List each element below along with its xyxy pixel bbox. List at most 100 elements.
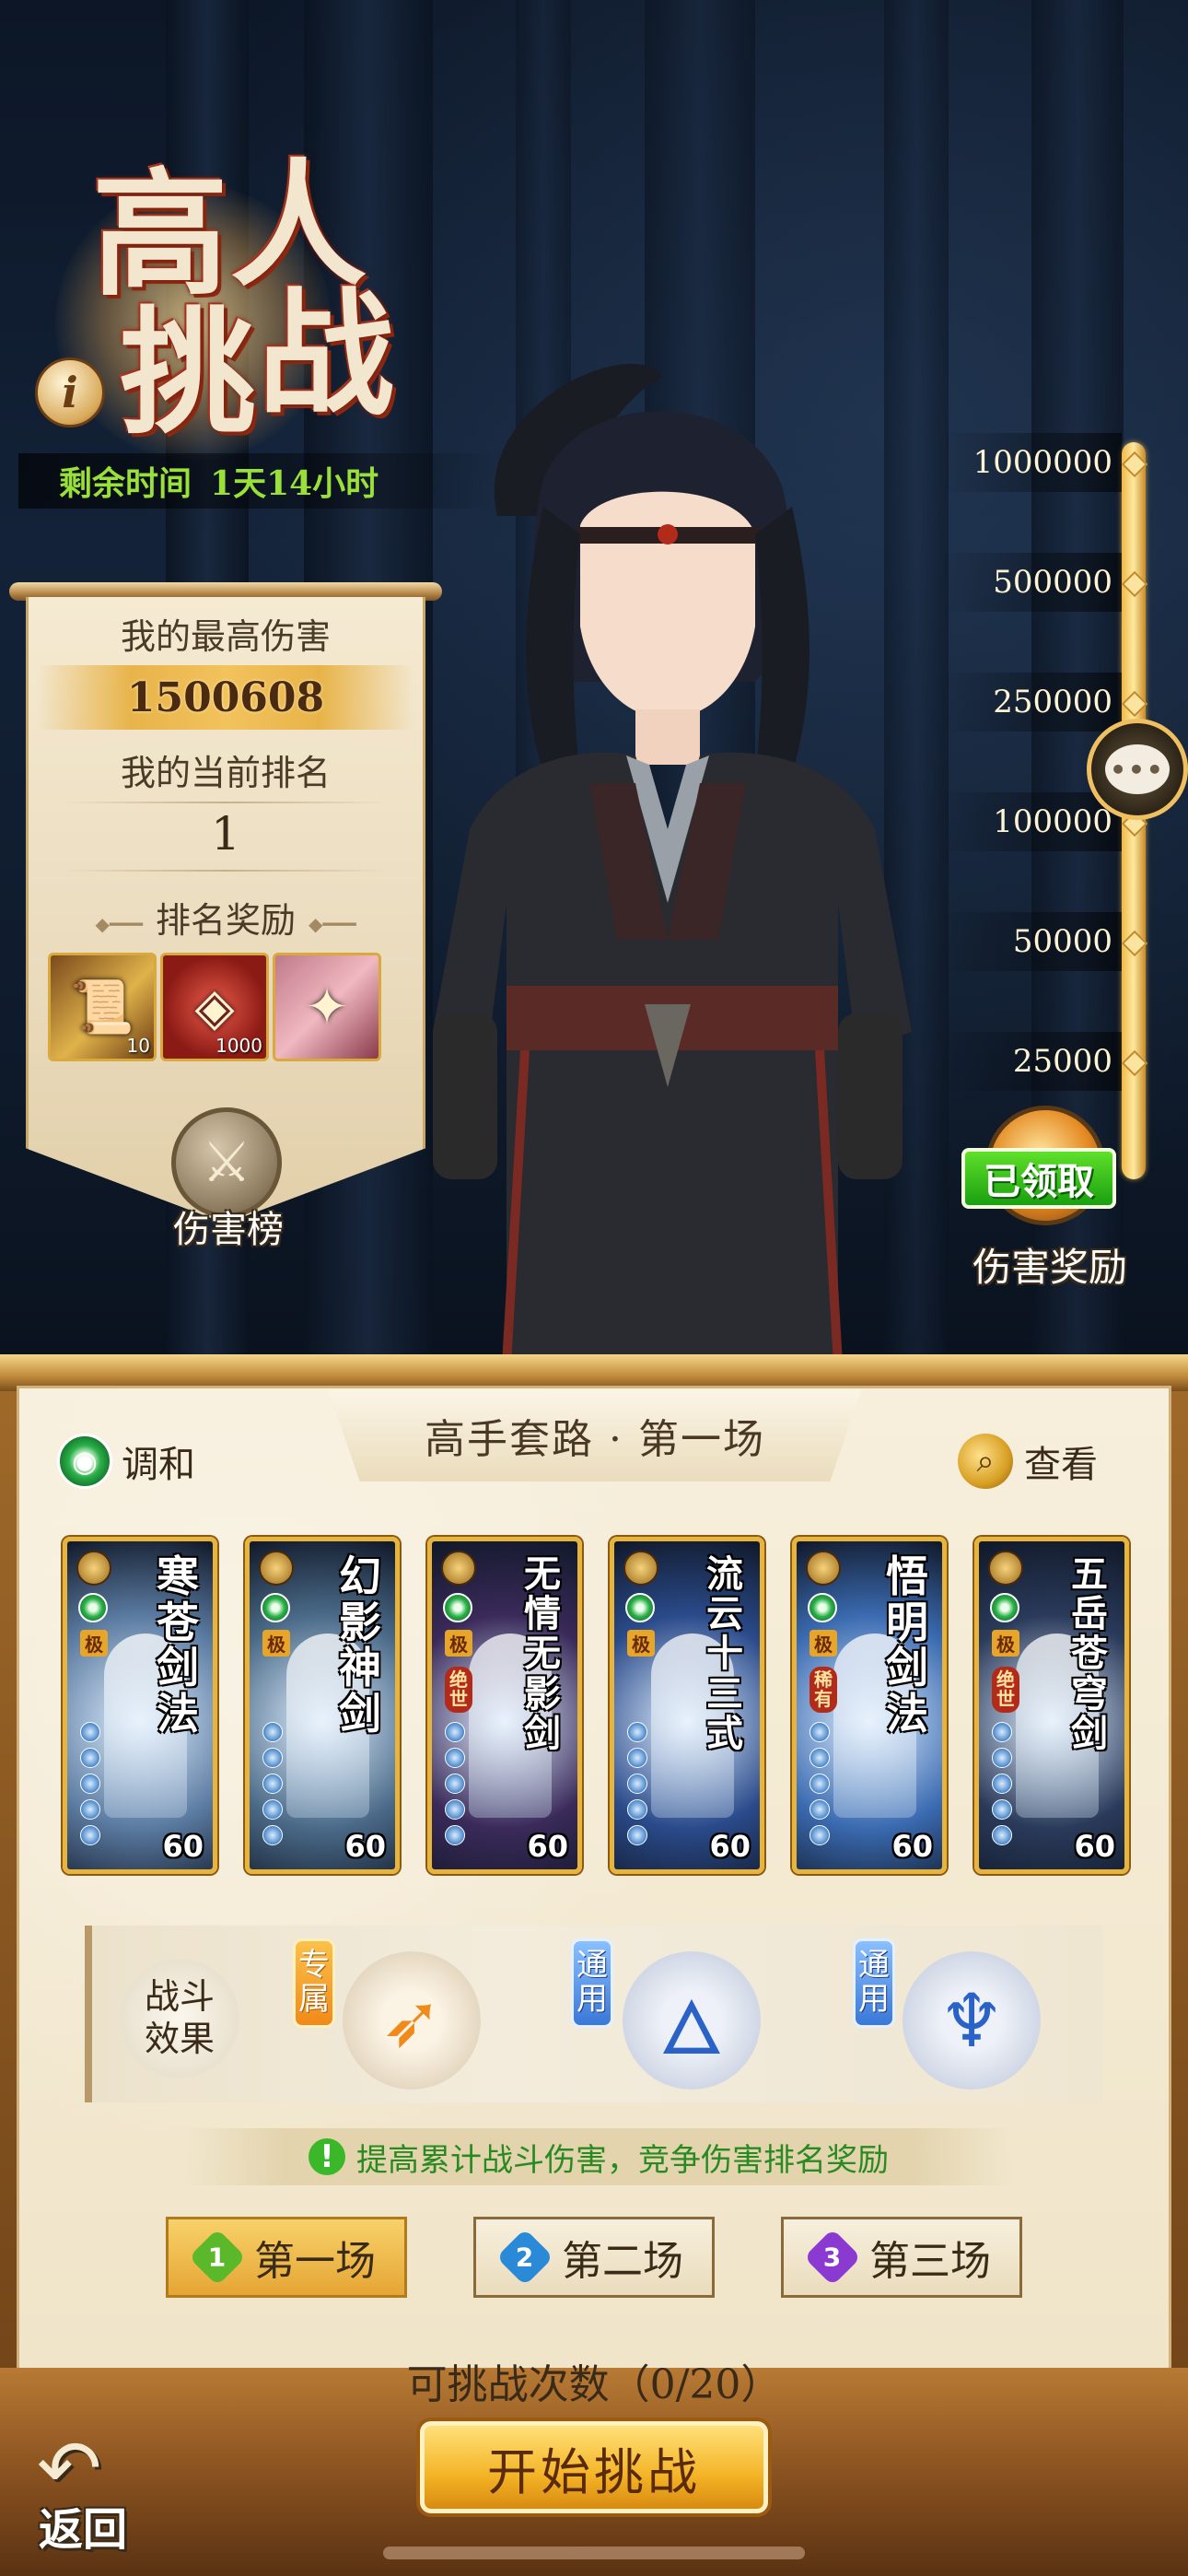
title-char: 人 bbox=[230, 145, 367, 305]
skill-name-char: 剑 bbox=[339, 1689, 381, 1739]
damage-reward-label[interactable]: 伤害奖励 bbox=[949, 1236, 1151, 1293]
star-pips bbox=[809, 1722, 832, 1851]
stage-tab-2[interactable]: 2 第二场 bbox=[473, 2217, 715, 2298]
skill-card[interactable]: 极 寒苍剑法 60 bbox=[63, 1537, 217, 1874]
skill-name: 悟明剑法 bbox=[879, 1551, 935, 1739]
pip-icon bbox=[627, 1799, 647, 1820]
ladder-tier: 25000 bbox=[938, 1032, 1122, 1091]
reward-item-title[interactable]: ✦ bbox=[273, 953, 381, 1061]
pip-icon bbox=[992, 1748, 1012, 1768]
pip-icon bbox=[80, 1799, 100, 1820]
skill-name-char: 剑 bbox=[1071, 1711, 1108, 1755]
skill-card[interactable]: 极绝世五岳苍穹剑 60 bbox=[974, 1537, 1129, 1874]
skill-name-char: 剑 bbox=[886, 1643, 928, 1693]
flame-icon[interactable]: 🜂 bbox=[623, 1951, 761, 2090]
divider bbox=[63, 870, 389, 872]
rarity-tag: 稀有 bbox=[809, 1667, 837, 1713]
pip-icon bbox=[80, 1825, 100, 1845]
stage-number-icon: 3 bbox=[803, 2228, 862, 2287]
rank-emblem-icon bbox=[988, 1551, 1023, 1586]
pip-icon bbox=[809, 1722, 830, 1742]
remaining-label: 剩余时间 bbox=[59, 464, 192, 503]
rarity-tag: 绝世 bbox=[445, 1667, 472, 1713]
back-label: 返回 bbox=[39, 2504, 128, 2556]
rank-emblem-icon bbox=[259, 1551, 294, 1586]
pip-icon bbox=[445, 1722, 465, 1742]
rank-emblem-icon bbox=[76, 1551, 111, 1586]
reward-item-token[interactable]: ◈ 1000 bbox=[160, 953, 269, 1061]
back-button[interactable]: ↶ 返回 bbox=[22, 2423, 151, 2556]
stage-tab-3[interactable]: 3 第三场 bbox=[781, 2217, 1022, 2298]
skill-name: 无情无影剑 bbox=[515, 1554, 570, 1753]
skill-level: 60 bbox=[709, 1829, 751, 1864]
current-rank-value: 1 bbox=[211, 807, 240, 861]
tier-tag: 极 bbox=[262, 1630, 290, 1657]
skill-name: 五岳苍穹剑 bbox=[1062, 1554, 1117, 1753]
skill-name-char: 法 bbox=[157, 1689, 199, 1739]
harmony-type-icon bbox=[990, 1593, 1019, 1622]
rank-emblem-icon bbox=[441, 1551, 476, 1586]
effect-tag: 专属 bbox=[293, 1938, 335, 2028]
figure-icon[interactable]: ♆ bbox=[903, 1951, 1041, 2090]
pip-icon bbox=[262, 1722, 283, 1742]
stage-title: 高手套路 · 第一场 bbox=[328, 1389, 862, 1481]
reward-item-scroll[interactable]: 📜 10 bbox=[48, 953, 157, 1061]
tier-tag: 极 bbox=[809, 1630, 837, 1657]
skill-name-char: 影 bbox=[524, 1671, 561, 1715]
pip-icon bbox=[992, 1722, 1012, 1742]
pip-icon bbox=[80, 1722, 100, 1742]
pip-icon bbox=[445, 1774, 465, 1794]
pip-icon bbox=[809, 1799, 830, 1820]
skill-name-char: 法 bbox=[886, 1689, 928, 1739]
skill-level: 60 bbox=[1074, 1829, 1115, 1864]
harmony-type-icon bbox=[261, 1593, 290, 1622]
skill-name-char: 无 bbox=[524, 1632, 561, 1676]
pip-icon bbox=[809, 1774, 830, 1794]
effect-tag: 通用 bbox=[571, 1938, 613, 2028]
pip-icon bbox=[627, 1748, 647, 1768]
arrow-icon[interactable]: ➶ bbox=[343, 1951, 481, 2090]
chat-button[interactable]: ••• bbox=[1087, 719, 1188, 820]
pip-icon bbox=[445, 1799, 465, 1820]
effect-tag: 通用 bbox=[853, 1938, 895, 2028]
skill-name-char: 云 bbox=[706, 1592, 743, 1636]
pip-icon bbox=[992, 1774, 1012, 1794]
tier-tag: 极 bbox=[627, 1630, 655, 1657]
pip-icon bbox=[627, 1825, 647, 1845]
home-indicator[interactable] bbox=[383, 2547, 805, 2559]
skill-name-char: 寒 bbox=[157, 1551, 199, 1601]
pip-icon bbox=[627, 1722, 647, 1742]
skill-card[interactable]: 极绝世无情无影剑 60 bbox=[427, 1537, 582, 1874]
skill-name-char: 明 bbox=[886, 1597, 928, 1647]
harmony-toggle[interactable]: ◉ 调和 bbox=[57, 1434, 195, 1489]
stage-number-icon: 1 bbox=[188, 2228, 247, 2287]
skill-card[interactable]: 极稀有悟明剑法 60 bbox=[792, 1537, 947, 1874]
skill-name-char: 情 bbox=[524, 1592, 561, 1636]
skill-card[interactable]: 极 幻影神剑 60 bbox=[245, 1537, 400, 1874]
pip-icon bbox=[992, 1799, 1012, 1820]
pip-icon bbox=[262, 1774, 283, 1794]
best-damage-bar: 1500608 bbox=[37, 665, 414, 730]
tier-tag: 极 bbox=[80, 1630, 108, 1657]
reward-count: 1000 bbox=[215, 1035, 262, 1057]
damage-board-button[interactable]: 伤害榜 bbox=[162, 1200, 295, 1253]
skill-name-char: 流 bbox=[706, 1552, 743, 1596]
skill-name-char: 剑 bbox=[524, 1711, 561, 1755]
rank-emblem-icon bbox=[806, 1551, 841, 1586]
skill-name: 流云十三式 bbox=[697, 1554, 752, 1753]
harmony-icon: ◉ bbox=[57, 1434, 112, 1489]
stage-tab-1[interactable]: 1 第一场 bbox=[166, 2217, 407, 2298]
pip-icon bbox=[809, 1825, 830, 1845]
pip-icon bbox=[992, 1825, 1012, 1845]
harmony-type-icon bbox=[78, 1593, 108, 1622]
skill-name-char: 苍 bbox=[157, 1597, 199, 1647]
start-challenge-button[interactable]: 开始挑战 bbox=[420, 2421, 768, 2513]
skill-card[interactable]: 极 流云十三式 60 bbox=[610, 1537, 764, 1874]
ladder-tier: 50000 bbox=[938, 912, 1122, 971]
star-pips bbox=[627, 1722, 649, 1851]
tier-tag: 极 bbox=[992, 1630, 1019, 1657]
info-button[interactable]: i bbox=[35, 357, 105, 427]
combat-effects-label: 战斗效果 bbox=[120, 1959, 239, 2078]
skill-name-char: 悟 bbox=[886, 1551, 928, 1601]
view-button[interactable]: ⌕ 查看 bbox=[958, 1434, 1098, 1489]
